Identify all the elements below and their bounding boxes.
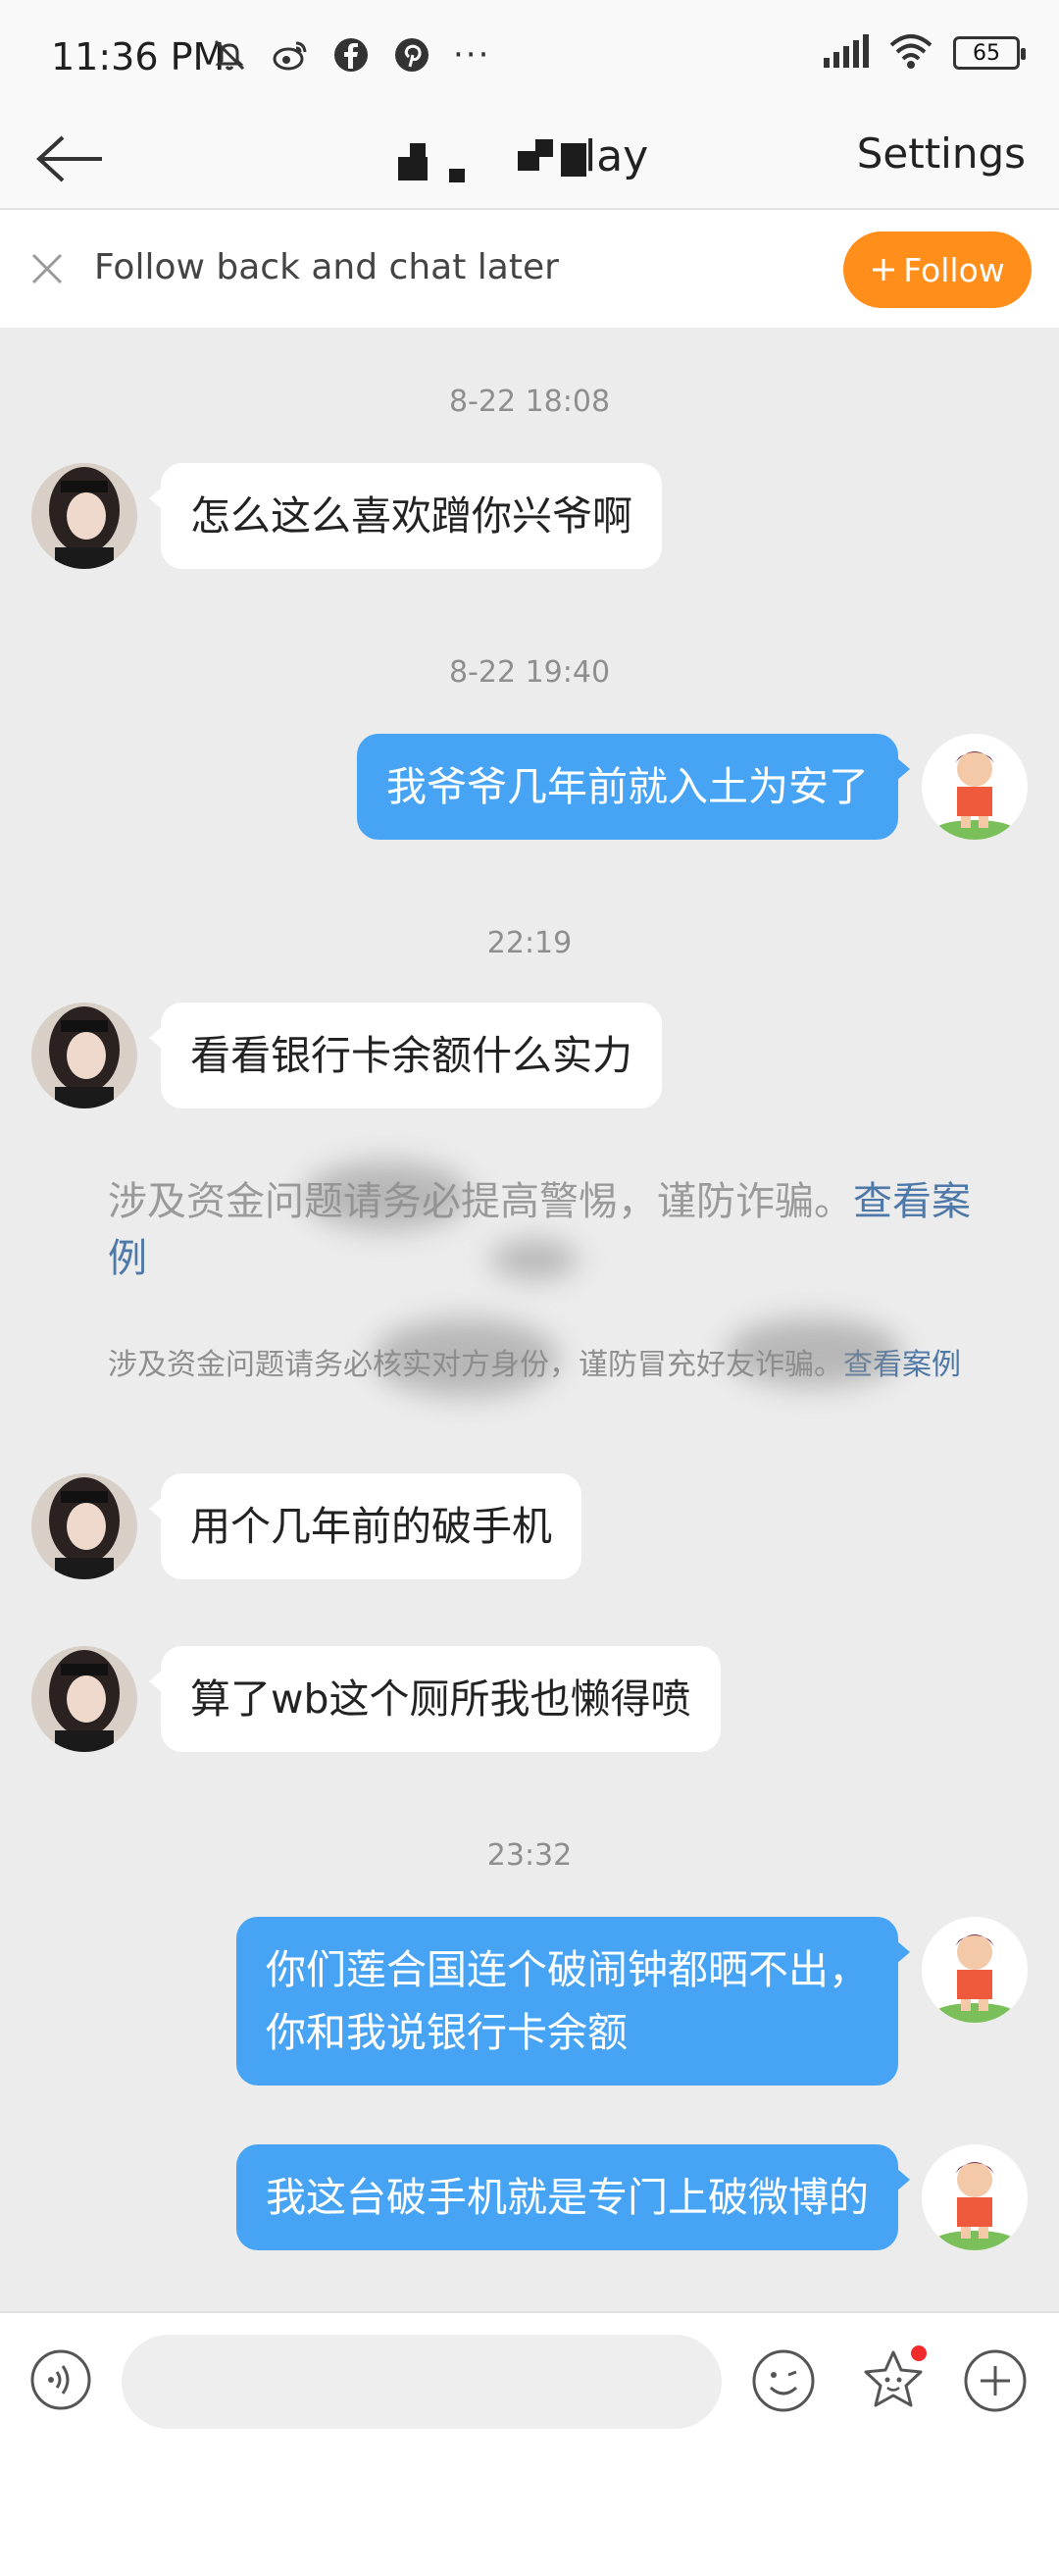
contact-avatar[interactable] [31,463,137,569]
facebook-icon [331,35,371,75]
my-avatar[interactable] [922,1917,1028,2023]
outgoing-message[interactable]: 我这台破手机就是专门上破微博的 [236,2144,910,2250]
settings-button[interactable]: Settings [857,129,1026,178]
contact-name: lay [392,124,716,192]
follow-back-banner: Follow back and chat later Follow [0,212,1059,328]
mute-notification-icon [210,35,249,75]
redaction-block [561,143,586,177]
status-right-icons: 65 [822,33,1026,73]
close-icon[interactable] [27,249,67,288]
my-avatar[interactable] [922,2144,1028,2250]
message-timestamp: 8-22 19:40 [448,655,611,690]
incoming-message[interactable]: 怎么这么喜欢蹭你兴爷啊 [149,463,662,569]
wifi-icon [888,33,933,73]
back-arrow-icon [36,135,102,182]
signal-icon [822,34,869,72]
page-title: lay [584,131,649,181]
blur-smudge [490,1240,579,1279]
contact-avatar[interactable] [31,1003,137,1108]
redaction-block [449,169,465,182]
message-input[interactable] [122,2335,722,2429]
emoji-icon[interactable] [751,2348,816,2413]
redaction-block [535,139,553,157]
follow-back-text: Follow back and chat later [94,247,559,287]
incoming-message[interactable]: 算了wb这个厕所我也懒得喷 [149,1646,721,1752]
blur-smudge [304,1161,471,1230]
message-line: 你们莲合国连个破闹钟都晒不出， [266,1946,869,1993]
contact-avatar[interactable] [31,1473,137,1579]
redaction-block [410,143,426,161]
incoming-message[interactable]: 看看银行卡余额什么实力 [149,1003,662,1108]
battery-indicator: 65 [953,36,1026,70]
message-timestamp: 23:32 [486,1838,573,1873]
outgoing-message[interactable]: 你们莲合国连个破闹钟都晒不出， 你和我说银行卡余额 [236,1917,910,2086]
plus-icon [873,259,895,281]
message-timestamp: 22:19 [486,926,573,960]
notification-dot [908,2343,930,2364]
more-dots-icon: ··· [453,35,491,75]
contact-avatar[interactable] [31,1646,137,1752]
sticker-icon[interactable] [859,2343,930,2415]
plus-icon[interactable] [963,2348,1028,2413]
message-timestamp: 8-22 18:08 [448,385,611,419]
fraud-warning-text: 涉及资金问题请务必提高警惕，谨防诈骗。 [108,1179,853,1224]
incoming-message[interactable]: 用个几年前的破手机 [149,1473,581,1579]
message-input-bar [0,2311,1059,2576]
voice-icon[interactable] [29,2348,92,2411]
pinterest-icon [392,35,431,75]
blur-smudge [726,1318,902,1387]
chat-header: lay Settings [0,108,1059,210]
message-list[interactable]: 8-22 18:08 怎么这么喜欢蹭你兴爷啊 8-22 19:40 我爷爷几年前… [0,328,1059,2311]
blur-smudge [373,1318,559,1397]
weibo-icon [271,35,310,75]
message-line: 你和我说银行卡余额 [266,2009,628,2056]
follow-button[interactable]: Follow [843,232,1032,308]
status-bar: 11:36 PM ··· 65 [0,0,1059,108]
follow-button-label: Follow [903,250,1005,289]
status-notification-icons: ··· [210,35,490,75]
status-time: 11:36 PM [51,35,226,78]
my-avatar[interactable] [922,734,1028,840]
outgoing-message[interactable]: 我爷爷几年前就入土为安了 [357,734,910,840]
back-button[interactable] [35,126,114,192]
